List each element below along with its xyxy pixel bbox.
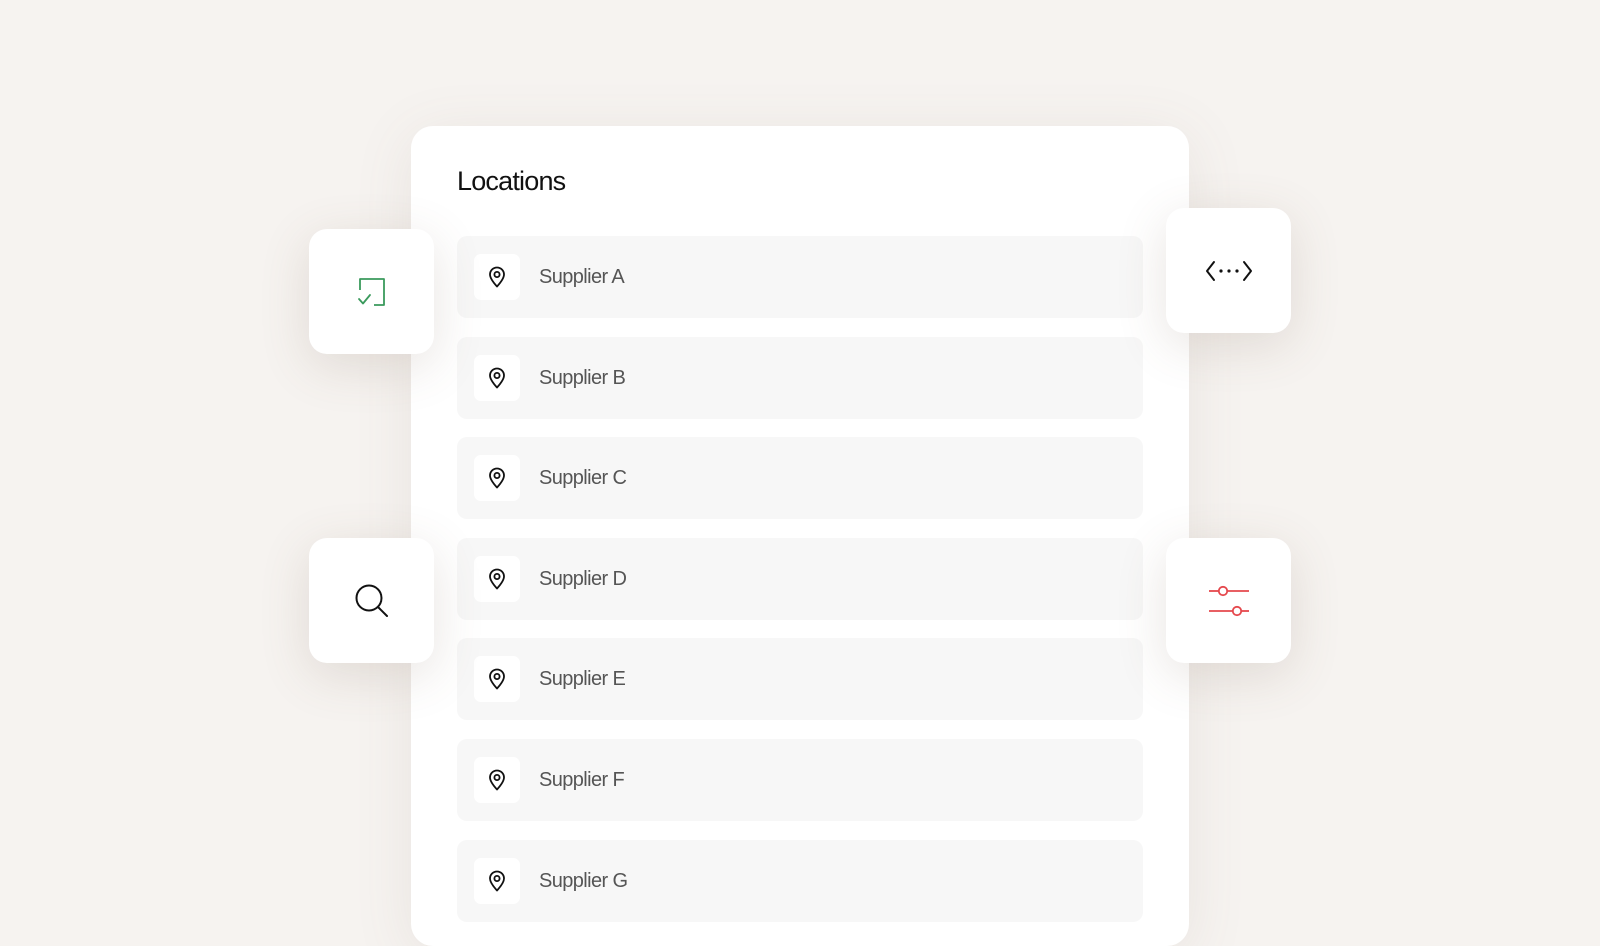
checked-square-icon <box>357 277 385 306</box>
location-label: Supplier F <box>539 768 625 791</box>
map-pin-icon <box>474 354 520 401</box>
location-label: Supplier C <box>539 467 627 490</box>
location-item-supplier-e[interactable]: Supplier E <box>457 638 1143 721</box>
code-icon <box>1205 260 1252 281</box>
locations-list: Supplier A Supplier B Supplier C Supplie… <box>457 236 1143 940</box>
locations-panel: Locations Supplier A Supplier B Supplier… <box>411 126 1189 946</box>
location-item-supplier-c[interactable]: Supplier C <box>457 437 1143 520</box>
location-label: Supplier G <box>539 869 628 892</box>
map-pin-icon <box>474 555 520 602</box>
location-label: Supplier D <box>539 567 627 590</box>
map-pin-icon <box>474 455 520 502</box>
location-item-supplier-g[interactable]: Supplier G <box>457 839 1143 922</box>
checked-square-tile[interactable] <box>309 229 434 354</box>
filter-tile[interactable] <box>1166 538 1291 663</box>
location-item-supplier-b[interactable]: Supplier B <box>457 336 1143 419</box>
map-pin-icon <box>474 756 520 803</box>
location-item-supplier-a[interactable]: Supplier A <box>457 236 1143 318</box>
map-pin-icon <box>474 857 520 904</box>
map-pin-icon <box>474 254 520 300</box>
location-item-supplier-d[interactable]: Supplier D <box>457 537 1143 620</box>
code-tile[interactable] <box>1166 208 1291 333</box>
location-label: Supplier E <box>539 668 626 691</box>
search-icon <box>355 584 388 617</box>
search-tile[interactable] <box>309 538 434 663</box>
location-label: Supplier A <box>539 266 625 288</box>
location-label: Supplier B <box>539 366 626 389</box>
map-pin-icon <box>474 656 520 703</box>
panel-title: Locations <box>457 166 566 196</box>
location-item-supplier-f[interactable]: Supplier F <box>457 738 1143 821</box>
sliders-icon <box>1208 585 1249 616</box>
